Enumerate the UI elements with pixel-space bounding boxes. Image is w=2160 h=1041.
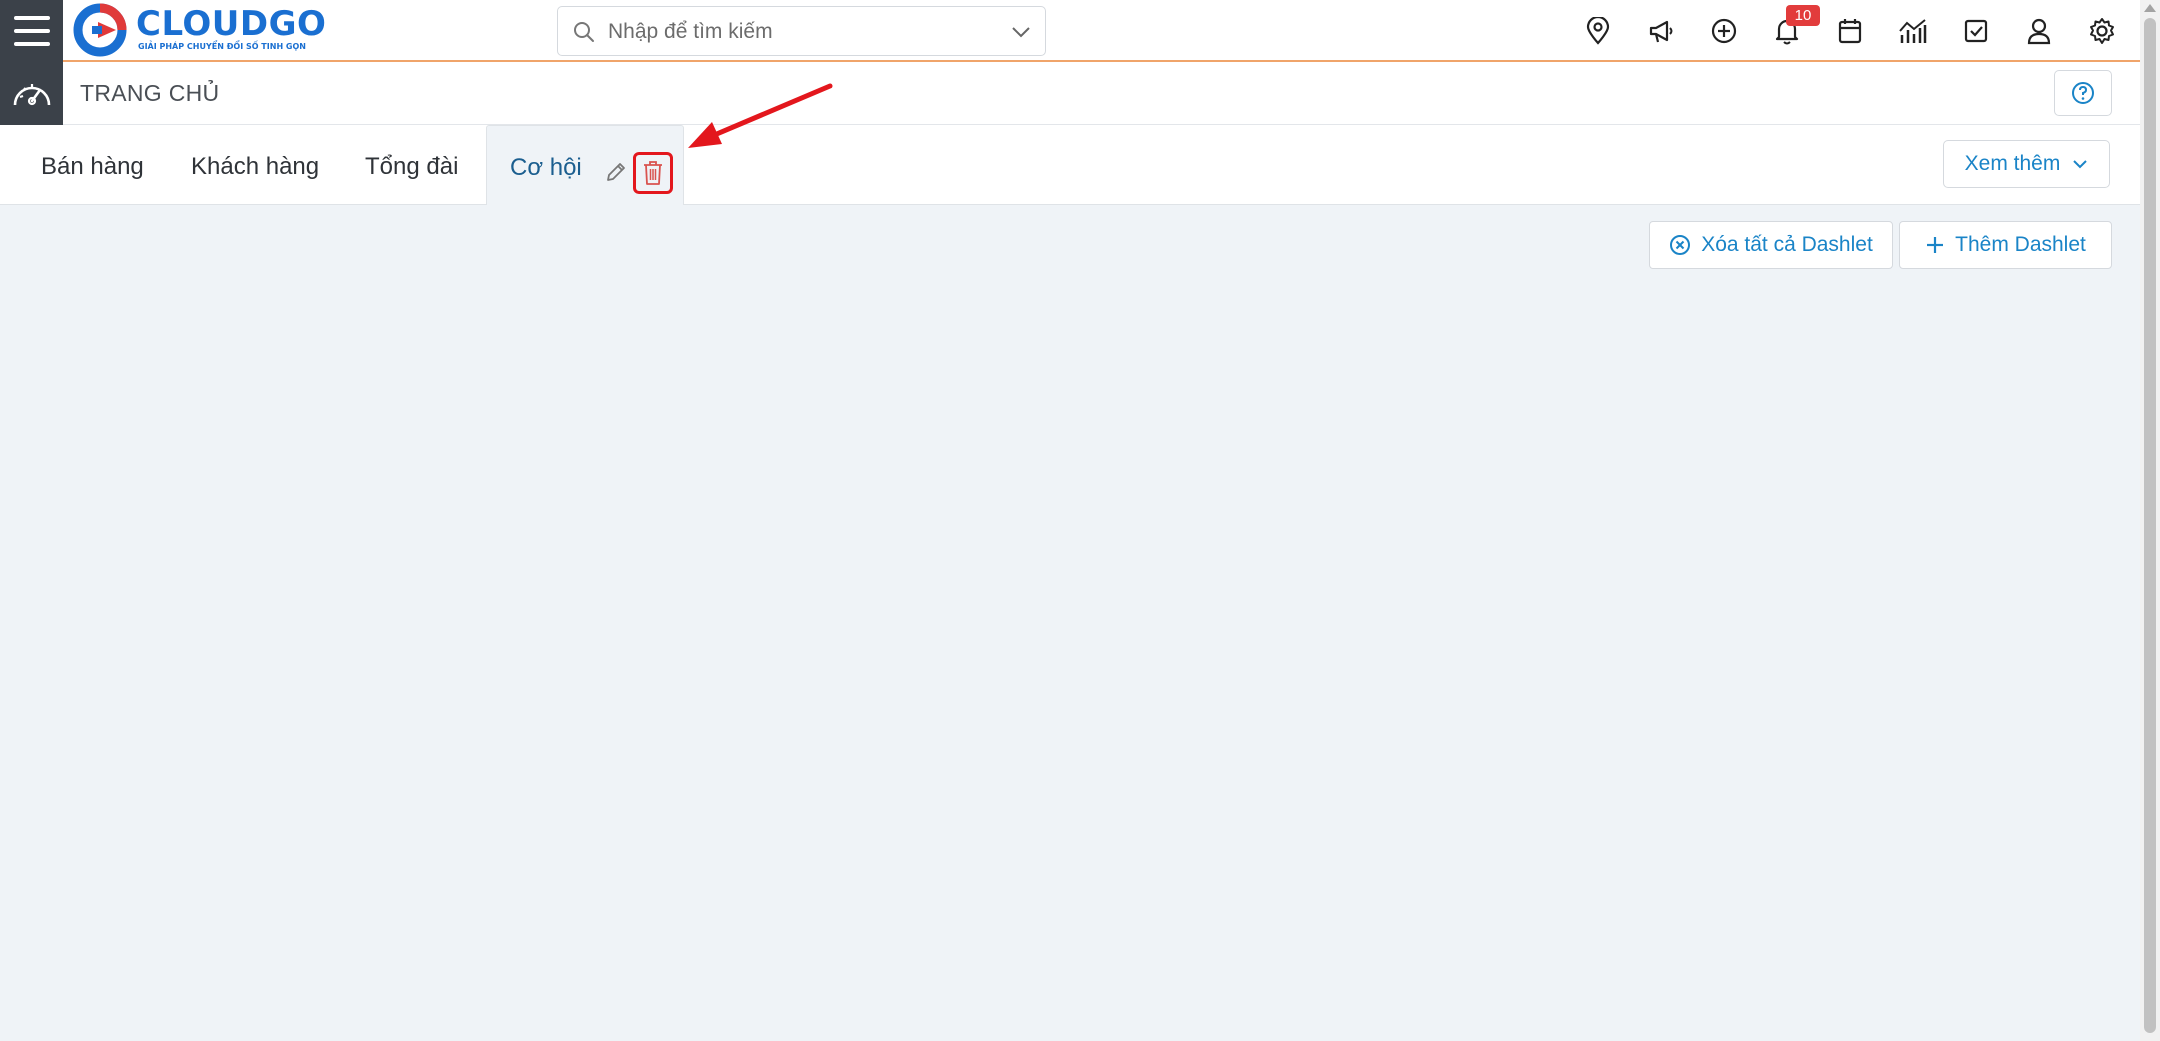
tab-label: Tổng đài [365, 153, 459, 180]
chevron-down-icon[interactable] [1011, 23, 1031, 41]
delete-tab-button[interactable] [633, 152, 673, 194]
dashboard-icon[interactable] [0, 62, 63, 125]
tab-label: Cơ hội [510, 154, 582, 181]
tab-ban-hang[interactable]: Bán hàng [41, 125, 144, 205]
pencil-edit-icon[interactable] [604, 160, 628, 184]
remove-all-dashlets-button[interactable]: Xóa tất cả Dashlet [1649, 221, 1893, 269]
menu-hamburger-button[interactable] [0, 0, 63, 62]
cloudgo-logo-mark [73, 3, 127, 57]
dashboard-content-area [0, 205, 2140, 1041]
hamburger-line [13, 16, 50, 20]
remove-all-dashlets-label: Xóa tất cả Dashlet [1701, 233, 1873, 256]
global-search[interactable] [557, 6, 1046, 56]
add-dashlet-button[interactable]: Thêm Dashlet [1899, 221, 2112, 269]
megaphone-icon[interactable] [1643, 14, 1679, 48]
brand-tagline: GIẢI PHÁP CHUYỂN ĐỔI SỐ TINH GỌN [138, 42, 306, 51]
location-pin-icon[interactable] [1580, 14, 1616, 48]
calendar-icon[interactable] [1832, 14, 1868, 48]
tab-tong-dai[interactable]: Tổng đài [365, 125, 458, 205]
trash-icon [644, 161, 662, 185]
search-icon [574, 22, 594, 42]
cloudgo-logo[interactable]: CLOUDGO GIẢI PHÁP CHUYỂN ĐỔI SỐ TINH GỌN [72, 2, 326, 58]
more-tabs-dropdown[interactable]: Xem thêm [1943, 140, 2110, 188]
gear-icon[interactable] [2084, 14, 2120, 48]
brand-name: CLOUDGO [136, 4, 327, 44]
page-title: TRANG CHỦ [80, 80, 220, 106]
scroll-up-arrow-icon[interactable] [2144, 4, 2156, 12]
notification-count-badge: 10 [1786, 5, 1820, 26]
add-dashlet-label: Thêm Dashlet [1955, 233, 2086, 256]
scroll-thumb[interactable] [2144, 18, 2156, 1033]
tab-khach-hang[interactable]: Khách hàng [191, 125, 319, 205]
search-input[interactable] [608, 17, 998, 47]
more-tabs-label: Xem thêm [1964, 152, 2061, 175]
dashboard-tabs: Bán hàng Khách hàng Tổng đài Cơ hội [0, 125, 2140, 206]
question-circle-icon [2072, 82, 2094, 104]
close-circle-icon [1670, 235, 1691, 255]
task-check-icon[interactable] [1958, 14, 1994, 48]
hamburger-line [13, 42, 50, 46]
plus-icon [1927, 237, 1944, 253]
tab-label: Khách hàng [191, 153, 320, 180]
plus-circle-icon[interactable] [1706, 14, 1742, 48]
page-scrollbar[interactable] [2140, 0, 2160, 1041]
tab-label: Bán hàng [41, 153, 144, 180]
help-button[interactable] [2054, 70, 2112, 116]
chevron-down-icon [2073, 160, 2088, 169]
top-header: CLOUDGO GIẢI PHÁP CHUYỂN ĐỔI SỐ TINH GỌN [0, 0, 2140, 62]
page-header-bar: TRANG CHỦ [0, 62, 2140, 125]
user-icon[interactable] [2021, 14, 2057, 48]
report-chart-icon[interactable] [1895, 14, 1931, 48]
hamburger-line [13, 29, 50, 33]
